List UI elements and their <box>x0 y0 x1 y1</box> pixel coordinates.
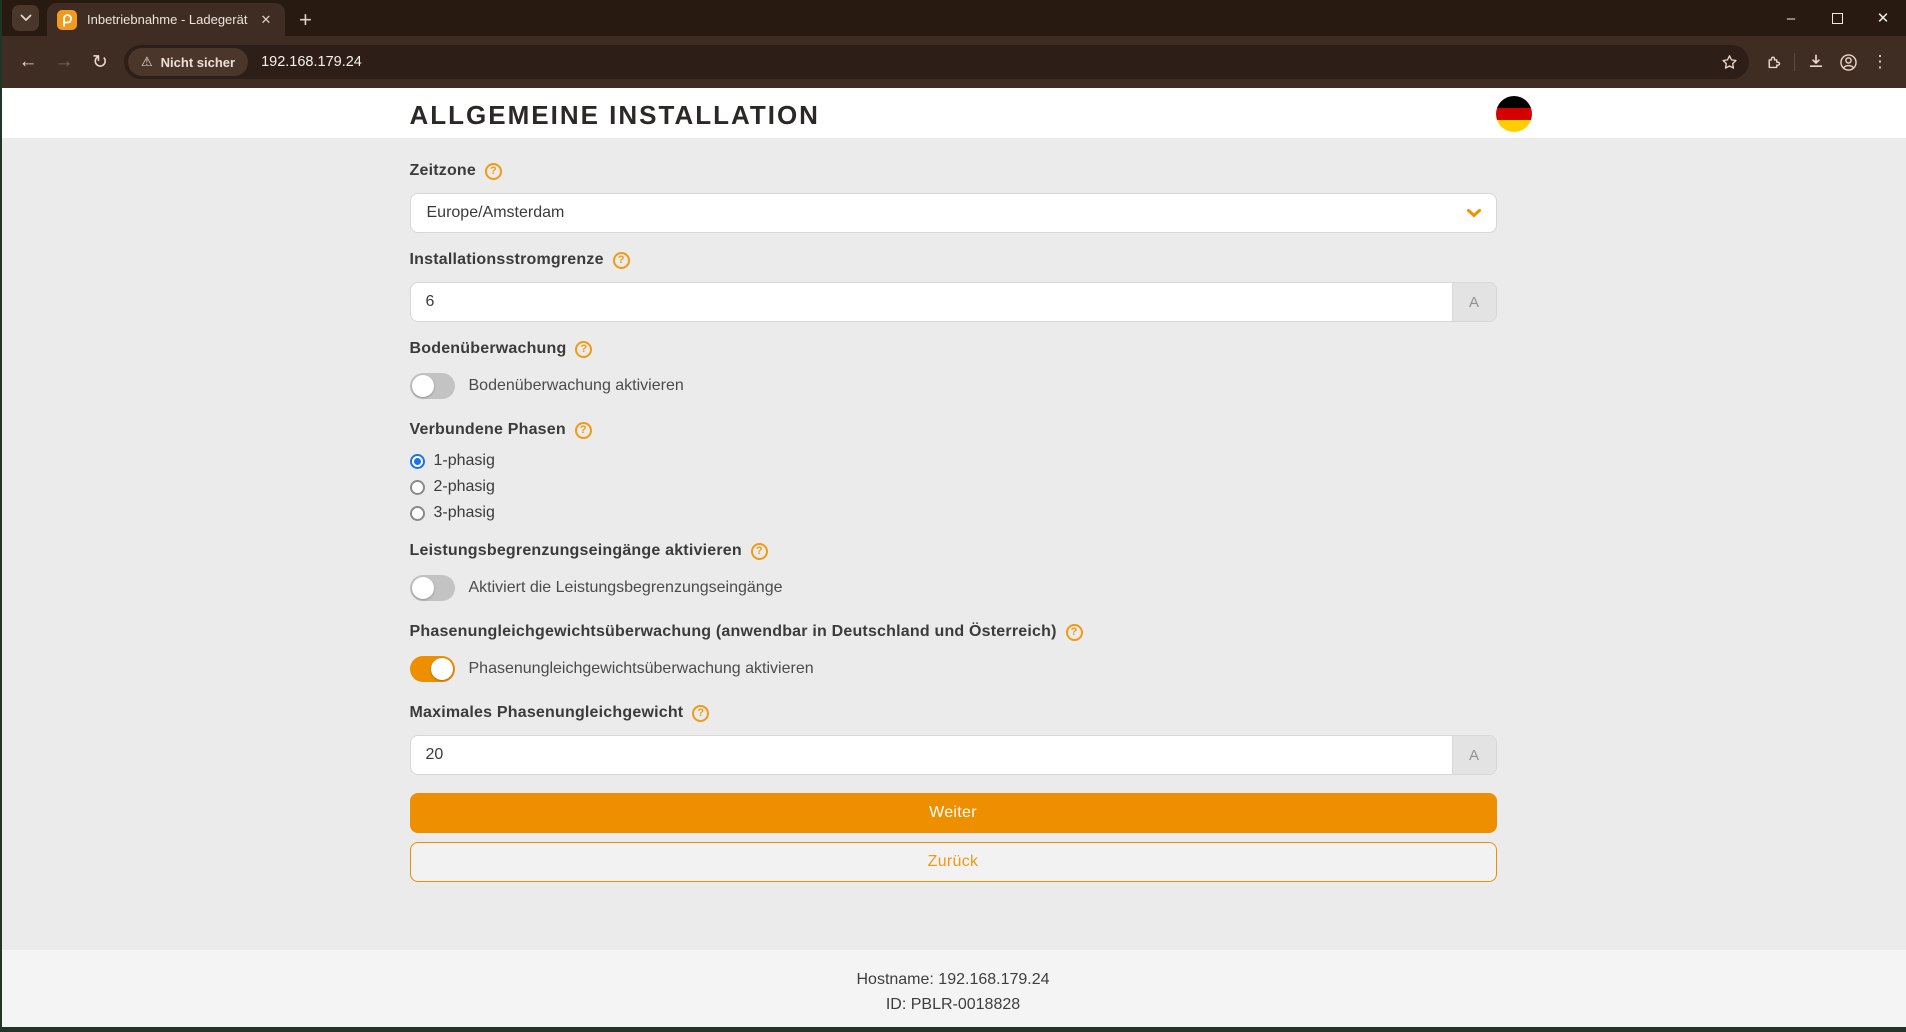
extensions-button[interactable] <box>1757 46 1789 78</box>
profile-icon <box>1838 52 1859 73</box>
installationsstromgrenze-label: Installationsstromgrenze ? <box>410 251 1497 269</box>
toggle-knob <box>431 658 453 680</box>
radio-label: 2-phasig <box>434 478 495 496</box>
minimize-button[interactable]: – <box>1768 0 1814 36</box>
forward-button[interactable]: → <box>47 45 81 79</box>
address-bar[interactable]: ⚠ Nicht sicher 192.168.179.24 <box>124 45 1749 79</box>
phasenungleichgewicht-label: Phasenungleichgewichtsüberwachung (anwen… <box>410 623 1497 641</box>
tab-search-button[interactable] <box>12 5 39 31</box>
help-icon[interactable]: ? <box>613 252 630 269</box>
phasenungleichgewicht-toggle-caption: Phasenungleichgewichtsüberwachung aktivi… <box>469 660 814 678</box>
page-header: ALLGEMEINE INSTALLATION <box>0 88 1906 138</box>
hostname-text: Hostname: 192.168.179.24 <box>0 967 1906 992</box>
puzzle-icon <box>1763 52 1783 72</box>
field-phasenungleichgewicht: Phasenungleichgewichtsüberwachung (anwen… <box>410 623 1497 682</box>
security-warning-chip[interactable]: ⚠ Nicht sicher <box>128 48 248 76</box>
phasenungleichgewicht-toggle[interactable] <box>410 656 455 682</box>
leistungsbegrenzung-toggle-row: Aktiviert die Leistungsbegrenzungseingän… <box>410 575 1497 601</box>
max-phasenungleichgewicht-input-group: A <box>410 735 1497 775</box>
window-controls: – ✕ <box>1768 0 1906 36</box>
close-window-button[interactable]: ✕ <box>1860 0 1906 36</box>
maximize-icon <box>1832 13 1843 24</box>
bodenueberwachung-toggle-row: Bodenüberwachung aktivieren <box>410 373 1497 399</box>
radio-option-1-phasig[interactable]: 1-phasig <box>410 452 1497 470</box>
field-bodenueberwachung: Bodenüberwachung ? Bodenüberwachung akti… <box>410 340 1497 399</box>
field-leistungsbegrenzung: Leistungsbegrenzungseingänge aktivieren … <box>410 542 1497 601</box>
help-icon[interactable]: ? <box>485 163 502 180</box>
radio-icon[interactable] <box>410 454 425 469</box>
browser-menu-button[interactable]: ⋮ <box>1864 46 1896 78</box>
bodenueberwachung-toggle[interactable] <box>410 373 455 399</box>
browser-tab-bar: Inbetriebnahme - Ladegerät ✕ + – ✕ <box>0 0 1906 36</box>
radio-icon[interactable] <box>410 480 425 495</box>
bodenueberwachung-toggle-caption: Bodenüberwachung aktivieren <box>469 377 684 395</box>
verbundene-phasen-radio-group: 1-phasig 2-phasig 3-phasig <box>410 452 1497 522</box>
weiter-button[interactable]: Weiter <box>410 793 1497 833</box>
tab-title: Inbetriebnahme - Ladegerät <box>87 12 249 27</box>
security-warning-label: Nicht sicher <box>161 55 235 70</box>
zeitzone-select[interactable]: Europe/Amsterdam <box>410 193 1497 233</box>
installationsstromgrenze-input[interactable] <box>411 283 1452 321</box>
ampere-unit-suffix: A <box>1452 283 1496 321</box>
browser-toolbar: ← → ↻ ⚠ Nicht sicher 192.168.179.24 ⋮ <box>0 36 1906 88</box>
help-icon[interactable]: ? <box>1066 624 1083 641</box>
page-footer: Hostname: 192.168.179.24 ID: PBLR-001882… <box>0 950 1906 1027</box>
profile-button[interactable] <box>1832 46 1864 78</box>
field-zeitzone: Zeitzone ? Europe/Amsterdam <box>410 162 1497 233</box>
new-tab-button[interactable]: + <box>299 10 312 30</box>
radio-dot <box>414 510 421 517</box>
help-icon[interactable]: ? <box>575 341 592 358</box>
max-phasenungleichgewicht-label: Maximales Phasenungleichgewicht ? <box>410 704 1497 722</box>
bookmark-star-button[interactable] <box>1715 48 1743 76</box>
leistungsbegrenzung-toggle-caption: Aktiviert die Leistungsbegrenzungseingän… <box>469 579 783 597</box>
field-installationsstromgrenze: Installationsstromgrenze ? A <box>410 251 1497 322</box>
maximize-button[interactable] <box>1814 0 1860 36</box>
field-verbundene-phasen: Verbundene Phasen ? 1-phasig 2-phasig 3-… <box>410 421 1497 522</box>
phasenungleichgewicht-toggle-row: Phasenungleichgewichtsüberwachung aktivi… <box>410 656 1497 682</box>
page-title: ALLGEMEINE INSTALLATION <box>410 88 1497 131</box>
radio-option-3-phasig[interactable]: 3-phasig <box>410 504 1497 522</box>
window-bottom-edge <box>0 1027 1906 1032</box>
zeitzone-label: Zeitzone ? <box>410 162 1497 180</box>
chevron-down-icon <box>20 14 32 22</box>
leistungsbegrenzung-label: Leistungsbegrenzungseingänge aktivieren … <box>410 542 1497 560</box>
browser-tab[interactable]: Inbetriebnahme - Ladegerät ✕ <box>47 3 285 36</box>
site-favicon-icon <box>57 10 77 30</box>
radio-label: 3-phasig <box>434 504 495 522</box>
toggle-knob <box>412 375 434 397</box>
ampere-unit-suffix: A <box>1452 736 1496 774</box>
chevron-down-icon <box>1466 208 1482 219</box>
field-max-phasenungleichgewicht: Maximales Phasenungleichgewicht ? A <box>410 704 1497 775</box>
help-icon[interactable]: ? <box>575 422 592 439</box>
download-icon <box>1806 52 1826 72</box>
radio-option-2-phasig[interactable]: 2-phasig <box>410 478 1497 496</box>
radio-label: 1-phasig <box>434 452 495 470</box>
radio-dot <box>414 484 421 491</box>
help-icon[interactable]: ? <box>751 543 768 560</box>
toolbar-divider <box>1794 53 1795 71</box>
radio-dot <box>414 458 421 465</box>
tab-close-icon[interactable]: ✕ <box>257 11 275 29</box>
star-icon <box>1720 53 1739 72</box>
device-id-text: ID: PBLR-0018828 <box>0 992 1906 1017</box>
radio-icon[interactable] <box>410 506 425 521</box>
leistungsbegrenzung-toggle[interactable] <box>410 575 455 601</box>
verbundene-phasen-label: Verbundene Phasen ? <box>410 421 1497 439</box>
window-edge <box>0 0 2 1032</box>
downloads-button[interactable] <box>1800 46 1832 78</box>
reload-button[interactable]: ↻ <box>83 45 117 79</box>
bodenueberwachung-label: Bodenüberwachung ? <box>410 340 1497 358</box>
max-phasenungleichgewicht-input[interactable] <box>411 736 1452 774</box>
back-button[interactable]: ← <box>11 45 45 79</box>
zurueck-button[interactable]: Zurück <box>410 842 1497 882</box>
url-text: 192.168.179.24 <box>261 54 1715 70</box>
zeitzone-selected-value: Europe/Amsterdam <box>427 204 565 222</box>
warning-icon: ⚠ <box>141 54 153 70</box>
help-icon[interactable]: ? <box>692 705 709 722</box>
german-flag-language-icon[interactable] <box>1496 96 1532 132</box>
form-area: Zeitzone ? Europe/Amsterdam Installation… <box>0 138 1906 950</box>
installationsstromgrenze-input-group: A <box>410 282 1497 322</box>
toggle-knob <box>412 577 434 599</box>
